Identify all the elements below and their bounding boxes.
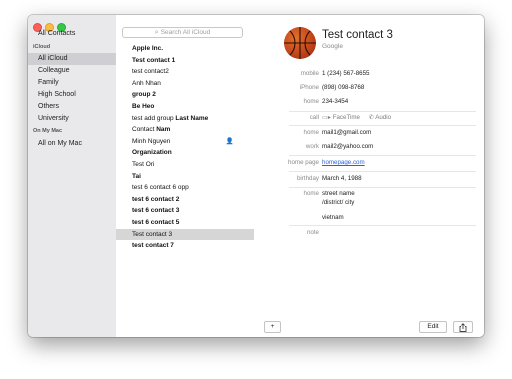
work-email-label: work xyxy=(305,143,319,150)
divider xyxy=(289,155,476,156)
work-email-value[interactable]: mail2@yahoo.com xyxy=(322,142,373,151)
sidebar-section-icloud: iCloud xyxy=(33,44,51,50)
contact-label: test 6 contact 3 xyxy=(132,207,180,215)
home-email-value[interactable]: mail1@gmail.com xyxy=(322,128,371,137)
mobile-label: mobile xyxy=(300,70,319,77)
divider xyxy=(289,171,476,172)
facetime-label: FaceTime xyxy=(332,114,360,121)
sidebar-item-all-contacts[interactable]: All Contacts xyxy=(28,28,116,40)
list-item[interactable]: Organization xyxy=(116,147,254,159)
contact-label: Be Heo xyxy=(132,103,155,110)
basketball-icon xyxy=(284,27,316,59)
list-item[interactable]: test 6 contact 6 opp xyxy=(116,182,254,194)
sidebar-item-others[interactable]: Others xyxy=(28,101,116,113)
iphone-value[interactable]: (898) 098-8768 xyxy=(322,83,364,92)
contact-label: Test Ori xyxy=(132,161,155,168)
home-phone-value[interactable]: 234-3454 xyxy=(322,97,348,106)
contact-name: Test contact 3 xyxy=(322,29,393,41)
contact-label: test 6 contact 5 xyxy=(132,219,180,226)
list-item[interactable]: Be Heo xyxy=(116,101,254,113)
address-line-2[interactable]: /district/ city xyxy=(322,198,354,207)
contact-label-first: test add group xyxy=(132,114,176,122)
list-item[interactable]: test 6 contact 5 xyxy=(116,217,254,229)
sidebar-item-all-icloud[interactable]: All iCloud xyxy=(28,53,116,65)
iphone-label: iPhone xyxy=(299,84,319,91)
facetime-button[interactable]: ▭▸ FaceTime xyxy=(322,114,360,121)
list-item[interactable]: Minh Nguyen 👤 xyxy=(116,136,254,148)
contact-label-first: Contact xyxy=(132,126,157,134)
divider xyxy=(289,187,476,188)
address-line-1[interactable]: street name xyxy=(322,189,355,198)
avatar[interactable] xyxy=(284,27,316,59)
sidebar-item-all-on-my-mac[interactable]: All on My Mac xyxy=(28,138,116,150)
list-item[interactable]: Apple Inc. xyxy=(116,43,254,55)
contacts-window: All Contacts iCloud All iCloud Colleague… xyxy=(28,15,484,337)
call-actions: ▭▸ FaceTime ✆ Audio xyxy=(322,113,391,122)
contact-company: Google xyxy=(322,43,343,50)
share-button[interactable] xyxy=(453,321,473,333)
contact-label: Test contact 3 xyxy=(132,230,173,238)
list-item[interactable]: Test contact 1 xyxy=(116,55,254,67)
contact-label: Organization xyxy=(132,149,172,157)
list-item[interactable]: Contact Nam xyxy=(116,124,254,136)
homepage-link[interactable]: homepage.com xyxy=(322,158,365,167)
video-camera-icon: ▭▸ xyxy=(322,114,331,121)
list-item[interactable]: Test Ori xyxy=(116,159,254,171)
contact-detail: Test contact 3 Google mobile 1 (234) 567… xyxy=(254,15,484,337)
contact-list: ⌕ Search All iCloud Apple Inc. Test conta… xyxy=(116,15,255,337)
contact-label-last: Last Name xyxy=(175,114,209,122)
home-address-label: home xyxy=(303,190,319,197)
birthday-label: birthday xyxy=(296,175,319,182)
share-icon xyxy=(459,322,467,332)
list-item[interactable]: test contact2 xyxy=(116,66,254,78)
mobile-value[interactable]: 1 (234) 567-8655 xyxy=(322,69,369,78)
person-icon: 👤 xyxy=(225,137,234,145)
contact-label-last: Nam xyxy=(156,126,171,134)
sidebar-item-colleague[interactable]: Colleague xyxy=(28,65,116,77)
audio-button[interactable]: ✆ Audio xyxy=(369,114,391,121)
list-item-selected[interactable]: Test contact 3 xyxy=(116,228,254,241)
birthday-value: March 4, 1988 xyxy=(322,175,362,182)
divider xyxy=(289,225,476,226)
contact-label: Anh Nhan xyxy=(132,79,161,87)
contact-label: Tai xyxy=(132,172,141,180)
contact-label: test 6 contact 6 opp xyxy=(132,184,189,192)
edit-button[interactable]: Edit xyxy=(419,321,447,333)
add-field-button[interactable]: + xyxy=(264,321,281,333)
sidebar-item-high-school[interactable]: High School xyxy=(28,89,116,101)
divider xyxy=(289,111,476,112)
search-placeholder: Search All iCloud xyxy=(160,29,211,36)
home-email-label: home xyxy=(303,129,319,136)
list-item[interactable]: test 6 contact 3 xyxy=(116,205,254,217)
list-item[interactable]: Tai xyxy=(116,171,254,183)
list-item[interactable]: test contact 7 xyxy=(116,240,254,252)
note-label: note xyxy=(306,229,319,236)
sidebar-section-on-my-mac: On My Mac xyxy=(33,128,63,134)
contact-label: Test contact 1 xyxy=(132,56,176,64)
list-item[interactable]: Anh Nhan xyxy=(116,78,254,90)
sidebar-item-university[interactable]: University xyxy=(28,113,116,125)
divider xyxy=(289,125,476,126)
sidebar-item-family[interactable]: Family xyxy=(28,77,116,89)
list-item[interactable]: test add group Last Name xyxy=(116,113,254,125)
search-input[interactable]: ⌕ Search All iCloud xyxy=(122,27,243,38)
contact-label: test contact2 xyxy=(132,68,169,76)
sidebar: All Contacts iCloud All iCloud Colleague… xyxy=(28,15,117,337)
address-line-3[interactable]: vietnam xyxy=(322,213,344,222)
audio-label: Audio xyxy=(375,114,392,121)
call-label: call xyxy=(309,114,319,121)
contact-label: Minh Nguyen xyxy=(132,137,171,145)
homepage-label: home page xyxy=(288,159,319,166)
phone-icon: ✆ xyxy=(368,114,374,121)
contact-label: test contact 7 xyxy=(132,242,174,250)
contact-label: test 6 contact 2 xyxy=(132,195,180,203)
search-icon: ⌕ xyxy=(154,29,159,36)
home-phone-label: home xyxy=(303,98,319,105)
contact-label: Apple Inc. xyxy=(132,45,164,52)
list-item[interactable]: group 2 xyxy=(116,89,254,101)
list-item[interactable]: test 6 contact 2 xyxy=(116,194,254,206)
contact-label: group 2 xyxy=(132,91,156,99)
